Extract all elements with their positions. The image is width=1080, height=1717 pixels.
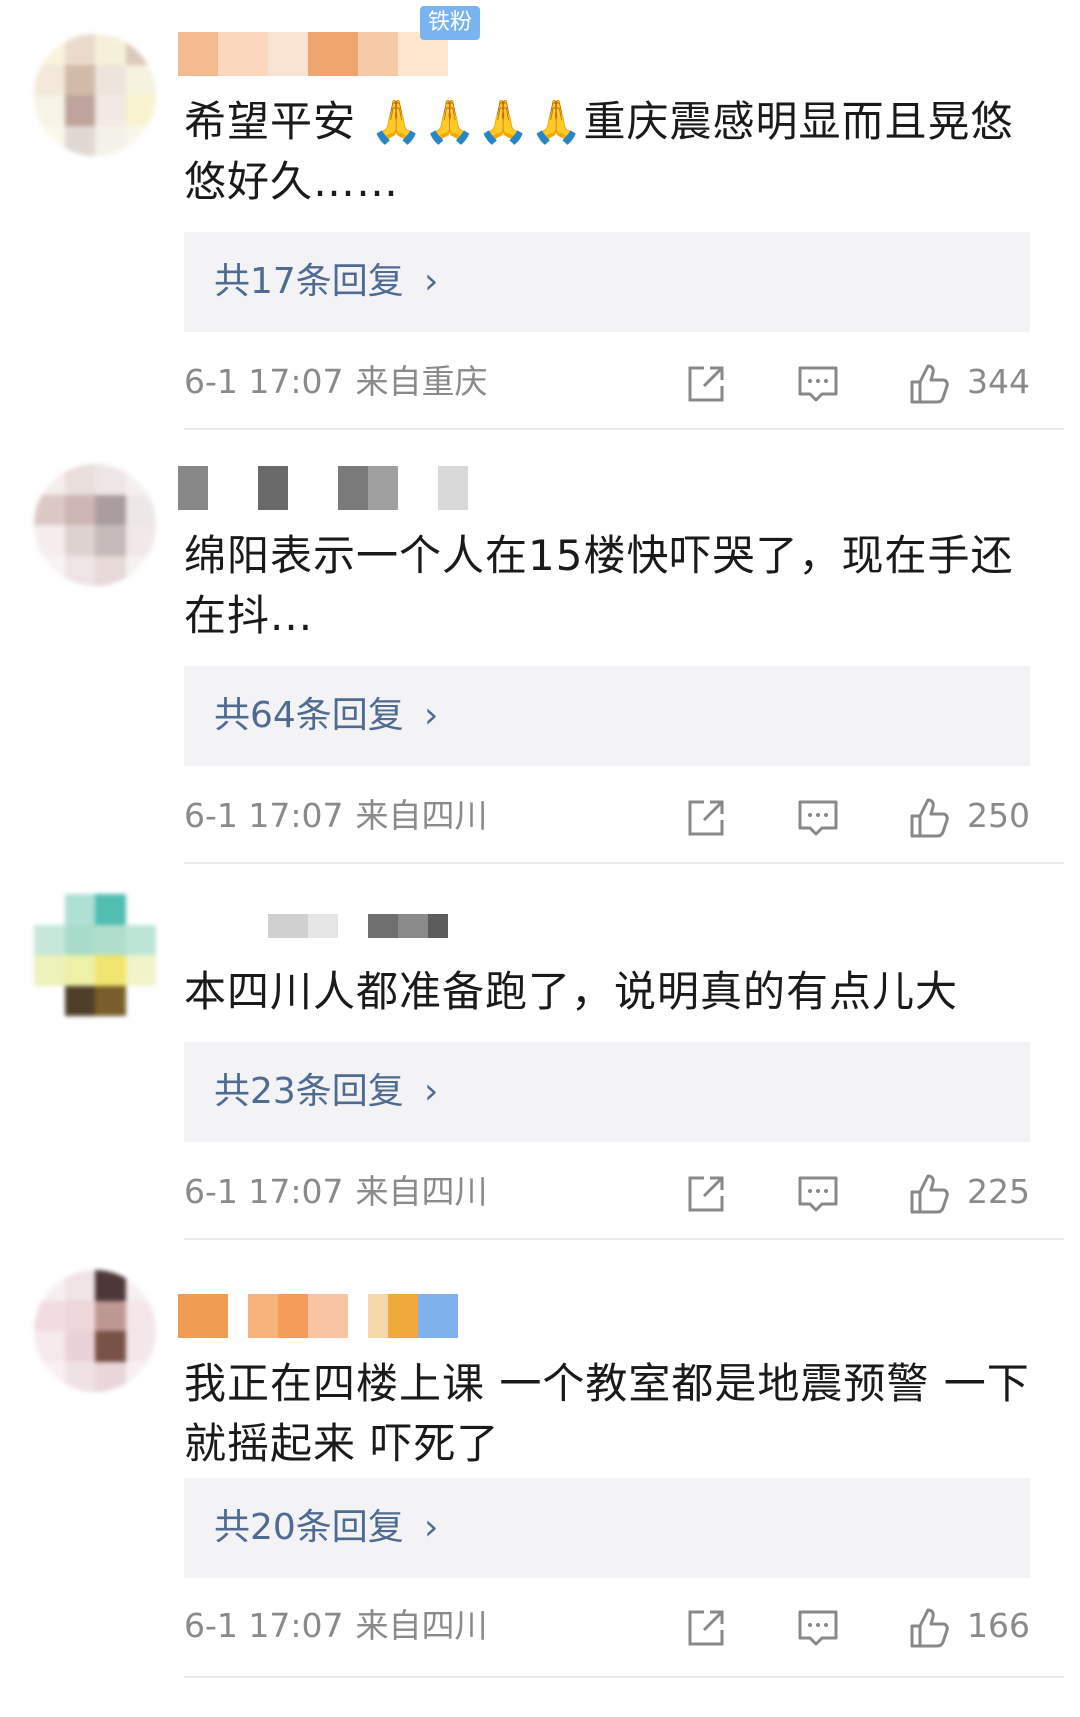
timestamp: 6-1 17:07 来自重庆: [184, 362, 488, 401]
like-count: 344: [967, 362, 1030, 401]
replies-box[interactable]: 共20条回复 ›: [184, 1478, 1030, 1578]
avatar[interactable]: [34, 894, 156, 1016]
chevron-right-icon: ›: [424, 695, 439, 736]
comment-text: 我正在四楼上课 一个教室都是地震预警 一下就摇起来 吓死了: [184, 1359, 1030, 1468]
comment-text: 绵阳表示一个人在15楼快吓哭了，现在手还在抖...: [184, 531, 1014, 640]
avatar[interactable]: [34, 34, 156, 156]
share-icon[interactable]: [684, 1606, 728, 1650]
replies-box[interactable]: 共17条回复 ›: [184, 232, 1030, 332]
location: 来自四川: [355, 1606, 488, 1645]
like-icon[interactable]: [908, 362, 952, 406]
replies-box[interactable]: 共23条回复 ›: [184, 1042, 1030, 1142]
fan-badge: 铁粉: [420, 6, 481, 40]
location: 来自四川: [355, 1172, 488, 1211]
avatar[interactable]: [34, 464, 156, 586]
like-count: 250: [967, 796, 1030, 835]
timestamp: 6-1 17:07 来自四川: [184, 796, 488, 835]
chevron-right-icon: ›: [424, 1071, 439, 1112]
replies-box[interactable]: 共64条回复 ›: [184, 666, 1030, 766]
divider: [184, 862, 1064, 864]
location: 来自重庆: [355, 362, 488, 401]
chevron-right-icon: ›: [424, 261, 439, 302]
chevron-right-icon: ›: [424, 1507, 439, 1548]
like-icon[interactable]: [908, 796, 952, 840]
like-count: 166: [967, 1606, 1030, 1645]
comment-meta: 6-1 17:07 来自四川 225: [184, 1162, 1030, 1222]
replies-link[interactable]: 共64条回复: [214, 666, 404, 766]
like-icon[interactable]: [908, 1172, 952, 1216]
divider: [184, 1676, 1064, 1678]
share-icon[interactable]: [684, 362, 728, 406]
replies-link[interactable]: 共17条回复: [214, 232, 404, 332]
username-blurred[interactable]: [178, 1294, 498, 1338]
comment-icon[interactable]: [796, 1172, 840, 1216]
comment-meta: 6-1 17:07 来自四川 250: [184, 786, 1030, 846]
location: 来自四川: [355, 796, 488, 835]
username-blurred[interactable]: [178, 466, 498, 510]
share-icon[interactable]: [684, 1172, 728, 1216]
like-icon[interactable]: [908, 1606, 952, 1650]
comment-meta: 6-1 17:07 来自重庆 344: [184, 352, 1030, 412]
share-icon[interactable]: [684, 796, 728, 840]
like-count: 225: [967, 1172, 1030, 1211]
divider: [184, 1238, 1064, 1240]
comment-icon[interactable]: [796, 362, 840, 406]
timestamp: 6-1 17:07 来自四川: [184, 1172, 488, 1211]
comment-text: 本四川人都准备跑了，说明真的有点儿大: [184, 967, 959, 1016]
avatar[interactable]: [34, 1270, 156, 1392]
comment-meta: 6-1 17:07 来自四川 166: [184, 1596, 1030, 1656]
username-blurred[interactable]: [178, 914, 498, 938]
replies-link[interactable]: 共20条回复: [214, 1478, 404, 1578]
comment-text: 希望平安 🙏🙏🙏🙏重庆震感明显而且晃悠悠好久……: [184, 97, 1014, 206]
timestamp: 6-1 17:07 来自四川: [184, 1606, 488, 1645]
divider: [184, 428, 1064, 430]
comment-icon[interactable]: [796, 796, 840, 840]
replies-link[interactable]: 共23条回复: [214, 1042, 404, 1142]
comment-icon[interactable]: [796, 1606, 840, 1650]
